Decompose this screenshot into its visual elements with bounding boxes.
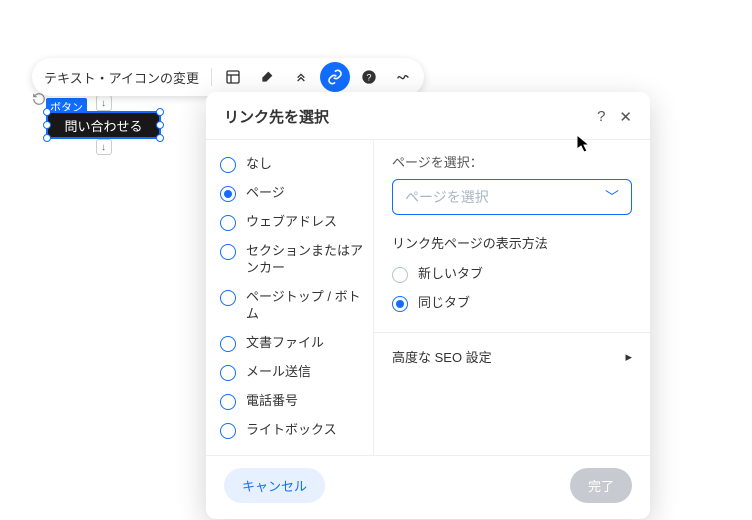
help-icon[interactable]: ? [354, 62, 384, 92]
link-icon[interactable] [320, 62, 350, 92]
radio-label: 同じタブ [418, 295, 470, 312]
radio-icon [392, 267, 408, 283]
page-select-label: ページを選択： [392, 152, 632, 171]
open-mode-same-tab[interactable]: 同じタブ [392, 289, 632, 318]
button-text: 問い合わせる [64, 116, 142, 135]
resize-handle[interactable] [43, 108, 51, 116]
page-select-dropdown[interactable]: ページを選択 ﹀ [392, 179, 632, 215]
svg-text:?: ? [366, 72, 371, 82]
radio-icon [220, 365, 236, 381]
close-icon[interactable]: ✕ [619, 108, 632, 126]
animation-icon[interactable] [286, 62, 316, 92]
separator [211, 68, 212, 86]
radio-label: ページトップ / ボトム [246, 289, 365, 323]
drag-handle-top[interactable]: ↓ [96, 95, 112, 111]
resize-handle[interactable] [43, 134, 51, 142]
radio-icon [220, 157, 236, 173]
toolbar-change-text-icon[interactable]: テキスト・アイコンの変更 [44, 68, 205, 87]
open-mode-label: リンク先ページの表示方法 [392, 233, 632, 252]
radio-label: 電話番号 [246, 393, 298, 410]
resize-handle[interactable] [156, 108, 164, 116]
radio-icon [220, 290, 236, 306]
resize-handle[interactable] [43, 121, 51, 129]
radio-label: 新しいタブ [418, 266, 483, 283]
open-mode-new-tab[interactable]: 新しいタブ [392, 260, 632, 289]
radio-icon [220, 186, 236, 202]
seo-label: 高度な SEO 設定 [392, 347, 492, 366]
radio-icon [220, 423, 236, 439]
link-type-web-address[interactable]: ウェブアドレス [220, 208, 365, 237]
resize-handle[interactable] [156, 121, 164, 129]
dropdown-placeholder: ページを選択 [405, 187, 489, 207]
radio-label: ページ [246, 185, 285, 202]
more-curve-icon[interactable] [388, 62, 418, 92]
radio-icon [392, 296, 408, 312]
drag-handle-bottom[interactable]: ↓ [96, 139, 112, 155]
chevron-right-icon: ▸ [625, 349, 632, 365]
layout-icon[interactable] [218, 62, 248, 92]
done-button[interactable]: 完了 [570, 468, 632, 503]
link-type-list: なし ページ ウェブアドレス セクションまたはアンカー ページトップ / ボトム… [206, 140, 374, 455]
radio-icon [220, 215, 236, 231]
radio-icon [220, 244, 236, 260]
link-type-document[interactable]: 文書ファイル [220, 329, 365, 358]
link-type-page[interactable]: ページ [220, 179, 365, 208]
dialog-title: リンク先を選択 [224, 106, 329, 127]
design-brush-icon[interactable] [252, 62, 282, 92]
dialog-help-icon[interactable]: ? [597, 108, 605, 125]
link-type-phone[interactable]: 電話番号 [220, 387, 365, 416]
radio-label: セクションまたはアンカー [246, 243, 365, 277]
radio-label: メール送信 [246, 364, 311, 381]
floating-toolbar: テキスト・アイコンの変更 ? [32, 58, 424, 96]
dialog-footer: キャンセル 完了 [206, 456, 650, 519]
radio-label: ウェブアドレス [246, 214, 337, 231]
link-type-mail[interactable]: メール送信 [220, 358, 365, 387]
chevron-down-icon: ﹀ [605, 187, 619, 207]
advanced-seo-row[interactable]: 高度な SEO 設定 ▸ [374, 332, 650, 376]
radio-icon [220, 394, 236, 410]
link-type-none[interactable]: なし [220, 150, 365, 179]
radio-label: なし [246, 156, 272, 173]
link-options-panel: ページを選択： ページを選択 ﹀ リンク先ページの表示方法 新しいタブ 同じタブ… [374, 140, 650, 455]
selected-button-element[interactable]: 問い合わせる ↓ ↓ [46, 111, 161, 139]
link-type-top-bottom[interactable]: ページトップ / ボトム [220, 283, 365, 329]
radio-icon [220, 336, 236, 352]
resize-handle[interactable] [156, 134, 164, 142]
dialog-header: リンク先を選択 ? ✕ [206, 92, 650, 139]
radio-label: ライトボックス [246, 422, 337, 439]
link-type-lightbox[interactable]: ライトボックス [220, 416, 365, 445]
cancel-button[interactable]: キャンセル [224, 468, 325, 503]
radio-label: 文書ファイル [246, 335, 324, 352]
link-type-anchor[interactable]: セクションまたはアンカー [220, 237, 365, 283]
mouse-cursor-icon [576, 134, 592, 157]
